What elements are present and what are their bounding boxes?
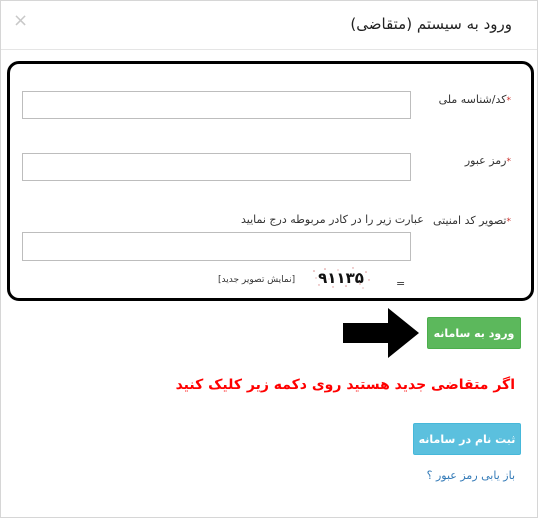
arrow-right-icon — [343, 308, 419, 358]
required-mark: * — [506, 157, 512, 167]
captcha-code: ۹۱۱۳۵ — [318, 269, 364, 287]
dialog-title: ورود به سیستم (متقاضی) — [350, 15, 512, 33]
equals-sign: = — [396, 277, 406, 290]
register-notice: اگر متقاضی جدید هستید روی دکمه زیر کلیک … — [175, 377, 515, 393]
captcha-label: *تصویر کد امنیتی — [433, 214, 511, 227]
register-button[interactable]: ثبت نام در سامانه — [413, 423, 521, 455]
captcha-input[interactable] — [22, 232, 411, 261]
close-icon[interactable]: × — [13, 11, 28, 31]
new-captcha-link[interactable]: [نمایش تصویر جدید] — [218, 275, 295, 285]
required-mark: * — [506, 217, 512, 227]
captcha-image: ۹۱۱۳۵ — [313, 267, 370, 289]
login-dialog: × ورود به سیستم (متقاضی) *کد/شناسه ملی *… — [0, 0, 538, 518]
recover-password-link[interactable]: باز یابی رمز عبور ؟ — [427, 469, 515, 482]
password-label: *رمز عبور — [465, 154, 511, 167]
captcha-label-text: تصویر کد امنیتی — [433, 214, 507, 227]
national-id-label: *کد/شناسه ملی — [439, 93, 511, 106]
password-label-text: رمز عبور — [464, 154, 507, 167]
required-mark: * — [506, 96, 512, 106]
national-id-input[interactable] — [22, 91, 411, 119]
header-divider — [1, 49, 537, 50]
login-button[interactable]: ورود به سامانه — [427, 317, 521, 349]
captcha-hint: عبارت زیر را در کادر مربوطه درج نمایید — [241, 213, 424, 226]
password-input[interactable] — [22, 153, 411, 181]
national-id-label-text: کد/شناسه ملی — [438, 93, 507, 106]
